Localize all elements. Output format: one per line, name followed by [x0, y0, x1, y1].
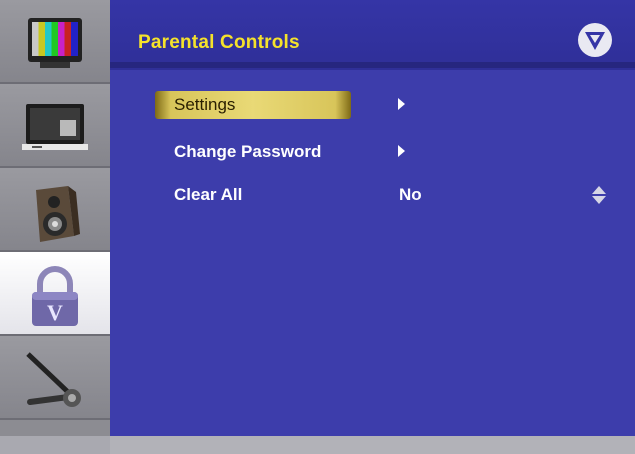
- page-title: Parental Controls: [138, 32, 300, 53]
- bottom-frame: [0, 436, 635, 454]
- arrow-right-icon: [398, 98, 405, 110]
- wrench-icon: [26, 352, 81, 407]
- speaker-icon: [36, 186, 80, 242]
- menu-item-label: Change Password: [174, 142, 322, 161]
- sidebar-item-parental[interactable]: V: [0, 252, 110, 336]
- menu-item-label: Clear All: [174, 185, 243, 204]
- svg-text:V: V: [47, 300, 63, 325]
- menu-item-label: Settings: [174, 95, 236, 114]
- header-divider: [110, 62, 635, 68]
- sidebar-item-screen[interactable]: [0, 84, 110, 168]
- clear-all-value: No: [399, 185, 422, 204]
- sidebar-item-picture[interactable]: [0, 0, 110, 84]
- tv-color-bars-icon: [28, 18, 82, 68]
- osd-screen: V Parental Controls Settings Change Pass…: [0, 0, 635, 454]
- category-sidebar: V: [0, 0, 110, 454]
- up-down-arrows-icon[interactable]: [592, 186, 606, 204]
- padlock-icon: V: [32, 266, 78, 326]
- sidebar-item-setup[interactable]: [0, 336, 110, 420]
- bottom-frame-inner: [110, 436, 635, 454]
- monitor-icon: [22, 104, 88, 150]
- sidebar-item-audio[interactable]: [0, 168, 110, 252]
- vizio-v-logo-icon: [578, 23, 612, 57]
- arrow-right-icon: [398, 145, 405, 157]
